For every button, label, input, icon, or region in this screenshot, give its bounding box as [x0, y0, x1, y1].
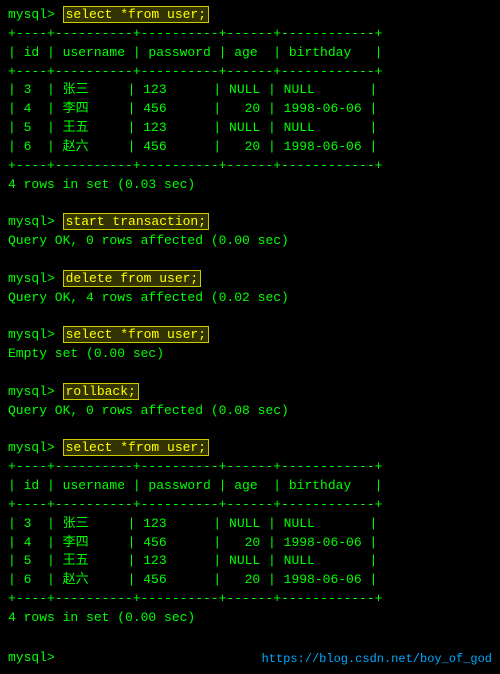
table-header-2: | id | username | password | age | birth… [8, 477, 492, 496]
table-row-1-3: | 5 | 王五 | 123 | NULL | NULL | [8, 119, 492, 138]
final-prompt: mysql> [8, 649, 63, 668]
sep-bot-2: +----+----------+----------+------+-----… [8, 590, 492, 609]
table-output-1: +----+----------+----------+------+-----… [8, 25, 492, 176]
command-5[interactable]: rollback; [63, 383, 139, 400]
command-line-2: mysql> start transaction; [8, 213, 492, 232]
prompt-6: mysql> [8, 440, 63, 455]
blank-1 [8, 194, 492, 213]
command-6[interactable]: select *from user; [63, 439, 209, 456]
table-row-1-1: | 3 | 张三 | 123 | NULL | NULL | [8, 81, 492, 100]
command-line-5: mysql> rollback; [8, 383, 492, 402]
table-header-1: | id | username | password | age | birth… [8, 44, 492, 63]
blank-6 [8, 628, 492, 647]
result-rows4-003: 4 rows in set (0.03 sec) [8, 176, 492, 195]
command-1[interactable]: select *from user; [63, 6, 209, 23]
sep-mid-1: +----+----------+----------+------+-----… [8, 63, 492, 82]
table-row-1-2: | 4 | 李四 | 456 | 20 | 1998-06-06 | [8, 100, 492, 119]
command-line-1: mysql> select *from user; [8, 6, 492, 25]
command-line-3: mysql> delete from user; [8, 270, 492, 289]
table-row-1-4: | 6 | 赵六 | 456 | 20 | 1998-06-06 | [8, 138, 492, 157]
url-text: https://blog.csdn.net/boy_of_god [262, 651, 492, 668]
prompt-4: mysql> [8, 327, 63, 342]
result-empty: Empty set (0.00 sec) [8, 345, 492, 364]
blank-5 [8, 421, 492, 440]
sep-top-1: +----+----------+----------+------+-----… [8, 25, 492, 44]
result-rows4-000: 4 rows in set (0.00 sec) [8, 609, 492, 628]
prompt-1: mysql> [8, 7, 63, 22]
result-query-ok-4-002: Query OK, 4 rows affected (0.02 sec) [8, 289, 492, 308]
blank-2 [8, 251, 492, 270]
sep-mid-2: +----+----------+----------+------+-----… [8, 496, 492, 515]
result-query-ok-0-008: Query OK, 0 rows affected (0.08 sec) [8, 402, 492, 421]
command-line-4: mysql> select *from user; [8, 326, 492, 345]
prompt-5: mysql> [8, 384, 63, 399]
terminal-window: mysql> select *from user; +----+--------… [8, 6, 492, 668]
table-row-2-3: | 5 | 王五 | 123 | NULL | NULL | [8, 552, 492, 571]
command-line-6: mysql> select *from user; [8, 439, 492, 458]
sep-bot-1: +----+----------+----------+------+-----… [8, 157, 492, 176]
prompt-2: mysql> [8, 214, 63, 229]
prompt-3: mysql> [8, 271, 63, 286]
footer-row: mysql> https://blog.csdn.net/boy_of_god [8, 647, 492, 668]
command-2[interactable]: start transaction; [63, 213, 209, 230]
sep-top-2: +----+----------+----------+------+-----… [8, 458, 492, 477]
command-3[interactable]: delete from user; [63, 270, 202, 287]
table-row-2-4: | 6 | 赵六 | 456 | 20 | 1998-06-06 | [8, 571, 492, 590]
result-query-ok-0-000-1: Query OK, 0 rows affected (0.00 sec) [8, 232, 492, 251]
table-row-2-1: | 3 | 张三 | 123 | NULL | NULL | [8, 515, 492, 534]
table-output-2: +----+----------+----------+------+-----… [8, 458, 492, 609]
table-row-2-2: | 4 | 李四 | 456 | 20 | 1998-06-06 | [8, 534, 492, 553]
blank-3 [8, 308, 492, 327]
blank-4 [8, 364, 492, 383]
command-4[interactable]: select *from user; [63, 326, 209, 343]
